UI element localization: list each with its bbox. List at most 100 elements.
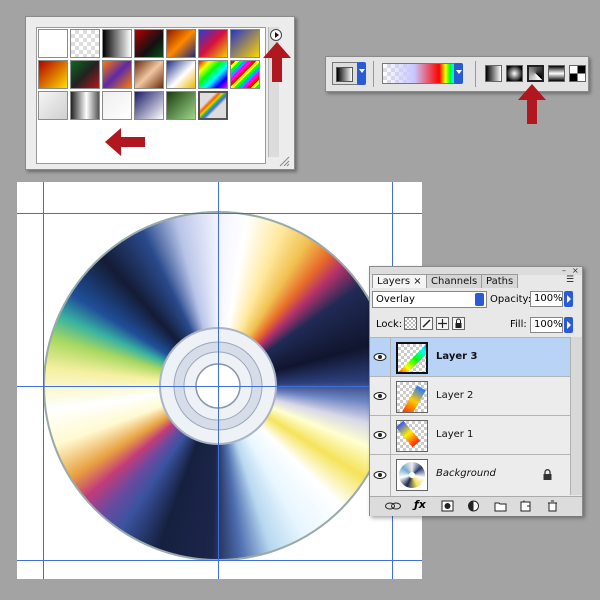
layers-panel: – × Layers × Channels Paths ☰ Overlay Op… <box>369 266 583 516</box>
gradient-preview[interactable] <box>382 63 462 84</box>
layer-name: Layer 2 <box>436 390 474 401</box>
layer-row-layer-2[interactable]: Layer 2 <box>370 376 570 416</box>
fill-value: 100% <box>534 319 563 330</box>
gradient-picker-panel <box>25 16 295 170</box>
eye-icon <box>373 471 387 479</box>
vertical-guide[interactable] <box>43 182 44 579</box>
vertical-guide[interactable] <box>218 182 219 579</box>
tab-label: Paths <box>486 276 514 287</box>
layer-row-layer-1[interactable]: Layer 1 <box>370 415 570 455</box>
fill-label: Fill: <box>510 319 527 330</box>
layer-name: Background <box>436 468 496 479</box>
horizontal-guide[interactable] <box>17 560 422 561</box>
gradient-swatch-grid <box>36 27 266 164</box>
gradient-swatch[interactable] <box>70 91 100 120</box>
gradient-swatch[interactable] <box>230 60 260 89</box>
gradient-swatch[interactable] <box>70 60 100 89</box>
opacity-field[interactable]: 100% <box>530 291 563 307</box>
minimize-icon[interactable]: – <box>562 267 566 275</box>
tab-label: Channels <box>431 276 478 287</box>
fx-icon[interactable]: ƒx <box>414 498 426 511</box>
layer-name: Layer 3 <box>436 351 478 362</box>
arrow-up-icon <box>263 42 291 82</box>
brush-icon[interactable] <box>420 317 433 330</box>
panel-menu-icon[interactable]: ☰ <box>566 276 574 285</box>
eye-icon <box>373 392 387 400</box>
visibility-toggle[interactable] <box>370 338 391 377</box>
fill-field[interactable]: 100% <box>530 317 563 333</box>
blend-mode-select[interactable]: Overlay <box>372 291 487 308</box>
opacity-value: 100% <box>534 293 563 304</box>
gradient-swatch[interactable] <box>38 60 68 89</box>
tab-label: Layers <box>377 276 411 287</box>
gradient-swatch[interactable] <box>38 29 68 58</box>
gradient-swatch[interactable] <box>134 91 164 120</box>
adjustment-layer-icon[interactable] <box>467 500 480 512</box>
gradient-picker-dropdown[interactable] <box>454 63 463 84</box>
layers-bottom-toolbar: ƒx <box>370 496 582 516</box>
close-icon[interactable]: × <box>572 267 579 275</box>
trash-icon[interactable] <box>546 500 559 512</box>
gradient-swatch[interactable] <box>166 29 196 58</box>
gradient-swatch[interactable] <box>134 60 164 89</box>
tool-preset-picker[interactable] <box>332 62 358 85</box>
gradient-swatch[interactable] <box>198 29 228 58</box>
layer-row-background[interactable]: Background <box>370 454 570 496</box>
cd-disc-image <box>43 211 393 561</box>
folder-icon[interactable] <box>494 500 507 512</box>
linear-gradient-button[interactable] <box>485 65 502 82</box>
reflected-gradient-button[interactable] <box>548 65 565 82</box>
tool-preset-dropdown[interactable] <box>357 62 366 85</box>
mask-icon[interactable] <box>441 500 454 512</box>
visibility-toggle[interactable] <box>370 455 391 496</box>
angle-gradient-button[interactable] <box>527 65 544 82</box>
gradient-swatch[interactable] <box>38 91 68 120</box>
diamond-gradient-button[interactable] <box>569 65 586 82</box>
opacity-label: Opacity: <box>490 294 532 305</box>
visibility-toggle[interactable] <box>370 377 391 416</box>
layer-thumbnail <box>396 381 428 413</box>
fill-slider-button[interactable] <box>564 317 573 333</box>
move-icon[interactable] <box>436 317 449 330</box>
visibility-toggle[interactable] <box>370 416 391 455</box>
gradient-swatch[interactable] <box>230 29 260 58</box>
radial-gradient-button[interactable] <box>506 65 523 82</box>
resize-grip-icon[interactable] <box>278 155 290 167</box>
arrow-up-icon <box>518 84 546 124</box>
tab-paths[interactable]: Paths <box>481 274 519 288</box>
tab-channels[interactable]: Channels <box>426 274 483 288</box>
new-layer-icon[interactable] <box>519 500 532 512</box>
layers-scrollbar[interactable] <box>570 337 582 495</box>
gradient-swatch[interactable] <box>166 60 196 89</box>
horizontal-guide[interactable] <box>17 213 422 214</box>
blend-mode-value: Overlay <box>376 294 415 305</box>
gradient-swatch[interactable] <box>166 91 196 120</box>
gradient-swatch[interactable] <box>102 29 132 58</box>
layer-name: Layer 1 <box>436 429 474 440</box>
horizontal-guide[interactable] <box>17 386 422 387</box>
tab-layers[interactable]: Layers × <box>372 274 427 288</box>
lock-transparent-icon[interactable] <box>404 317 417 330</box>
lock-label: Lock: <box>376 319 403 330</box>
layer-thumbnail <box>396 459 428 491</box>
gradient-swatch[interactable] <box>102 60 132 89</box>
picker-menu-button[interactable] <box>270 29 282 41</box>
link-icon[interactable] <box>384 500 402 512</box>
gradient-options-bar <box>325 56 589 92</box>
document-canvas[interactable] <box>17 182 422 579</box>
layer-thumbnail <box>396 420 428 452</box>
eye-icon <box>373 353 387 361</box>
opacity-slider-button[interactable] <box>564 291 573 307</box>
lock-icon[interactable] <box>452 317 465 330</box>
gradient-swatch[interactable] <box>134 29 164 58</box>
close-icon[interactable]: × <box>413 276 421 287</box>
gradient-swatch[interactable] <box>70 29 100 58</box>
chevron-updown-icon <box>475 293 484 306</box>
gradient-swatch[interactable] <box>198 91 228 120</box>
layer-thumbnail <box>396 342 428 374</box>
gradient-swatch[interactable] <box>102 91 132 120</box>
gradient-swatch[interactable] <box>198 60 228 89</box>
arrow-left-icon <box>105 128 145 156</box>
layer-row-layer-3[interactable]: Layer 3 <box>370 337 570 377</box>
lock-icon <box>543 469 552 480</box>
